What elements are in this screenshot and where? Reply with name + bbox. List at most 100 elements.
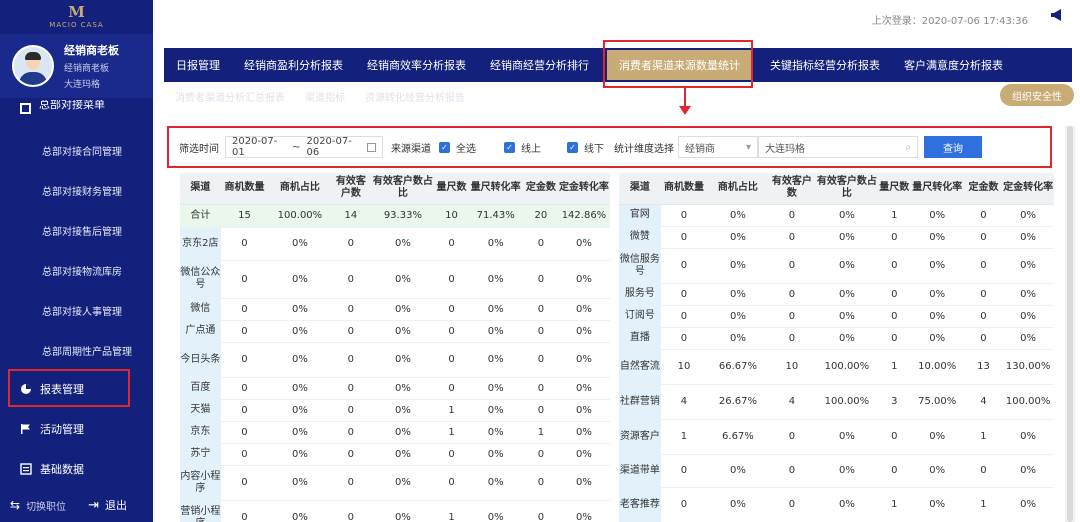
value-cell: 0% (1002, 454, 1054, 488)
sidebar-item-basic-data[interactable]: 基础数据 (20, 461, 84, 477)
sidebar-subitem-aftersales[interactable]: 总部对接售后管理 (42, 223, 122, 238)
column-header: 商机数量 (220, 173, 269, 205)
value-cell: 0 (768, 327, 815, 350)
logout-button[interactable]: ⇥ 退出 (88, 497, 127, 513)
column-header: 有效客户数占比 (815, 173, 879, 205)
column-header: 有效客户数 (331, 173, 371, 205)
scrollbar[interactable] (1065, 126, 1075, 522)
channel-cell: 广点通 (180, 320, 221, 343)
value-cell: 0 (220, 227, 269, 261)
value-cell: 0 (435, 443, 468, 466)
column-header: 商机占比 (707, 173, 769, 205)
top-bar: 上次登录：2020-07-06 17:43:36 (153, 0, 1080, 36)
value-cell: 0 (964, 454, 1003, 488)
logo-text: MACIO CASA (49, 21, 104, 29)
value-cell: 0% (370, 399, 436, 422)
checkbox-online[interactable]: ✓ (504, 141, 515, 153)
sidebar-subitem-finance[interactable]: 总部对接财务管理 (42, 183, 122, 198)
value-cell: 0% (1002, 226, 1054, 249)
sidebar-subitem-logistics[interactable]: 总部对接物流库房 (42, 263, 122, 278)
search-input[interactable]: 大连玛格 ⌕ (758, 136, 918, 158)
value-cell: 0 (435, 377, 468, 400)
sidebar-item-hq-menu[interactable]: 总部对接菜单 (20, 100, 105, 116)
value-cell: 0 (523, 260, 558, 299)
value-cell: 0 (331, 320, 371, 343)
value-cell: 142.86% (557, 204, 610, 228)
value-cell: 0 (878, 283, 910, 306)
value-cell: 15 (220, 204, 269, 228)
value-cell: 0 (435, 260, 468, 299)
checkbox-offline[interactable]: ✓ (567, 141, 578, 153)
checkbox-all[interactable]: ✓ (439, 141, 450, 153)
value-cell: 0% (909, 226, 965, 249)
dimension-select[interactable]: 经销商 ▾ (678, 136, 758, 158)
column-header: 定金数 (523, 173, 558, 205)
table-row: 微信公众号 0 0% 0 0% 0 0% 0 0% (180, 260, 610, 299)
value-cell: 0% (909, 327, 965, 350)
tab-daily[interactable]: 日报管理 (164, 48, 232, 82)
sidebar-subitem-products[interactable]: 总部周期性产品管理 (42, 343, 132, 358)
channel-cell: 官网 (619, 204, 661, 227)
value-cell: 0 (964, 305, 1003, 328)
search-icon: ⌕ (905, 141, 911, 153)
value-cell: 0% (815, 487, 879, 522)
value-cell: 0 (523, 399, 558, 422)
value-cell: 0 (220, 465, 269, 501)
subtab-summary[interactable]: 消费者渠道分析汇总报表 (175, 89, 285, 104)
filter-time-label: 筛选时间 (179, 143, 219, 155)
channel-cell: 渠道带单 (619, 454, 661, 488)
channel-cell: 微信服务号 (619, 248, 661, 284)
value-cell: 0 (768, 419, 815, 455)
value-cell: 0 (660, 204, 708, 227)
channel-cell: 社群营销 (619, 384, 661, 420)
value-cell: 0 (660, 487, 708, 522)
value-cell: 0% (707, 487, 769, 522)
value-cell: 0% (707, 283, 769, 306)
tab-satisfaction[interactable]: 客户满意度分析报表 (892, 48, 1015, 82)
announcement-icon[interactable] (1050, 8, 1064, 22)
value-cell: 100.00% (815, 349, 879, 385)
value-cell: 0% (370, 465, 436, 501)
value-cell: 0% (268, 421, 332, 444)
value-cell: 0% (707, 327, 769, 350)
value-cell: 0 (523, 443, 558, 466)
tab-efficiency[interactable]: 经销商效率分析报表 (355, 48, 478, 82)
channel-cell: 订阅号 (619, 305, 661, 328)
calendar-icon (366, 142, 376, 152)
table-row: 官网 0 0% 0 0% 1 0% 0 0% (619, 204, 1054, 227)
sidebar-item-activities[interactable]: 活动管理 (20, 421, 84, 437)
table-row: 天猫 0 0% 0 0% 1 0% 0 0% (180, 399, 610, 422)
tab-kpi[interactable]: 关键指标经营分析报表 (758, 48, 892, 82)
value-cell: 0% (557, 443, 610, 466)
value-cell: 0% (815, 454, 879, 488)
value-cell: 0% (557, 500, 610, 522)
tab-ranking[interactable]: 经销商经营分析排行 (478, 48, 601, 82)
value-cell: 1 (660, 419, 708, 455)
date-range-picker[interactable]: 2020-07-01 ~ 2020-07-06 (225, 136, 383, 158)
switch-position-button[interactable]: ⇆ 切换职位 (10, 498, 66, 513)
value-cell: 0 (331, 227, 371, 261)
value-cell: 0 (220, 377, 269, 400)
sidebar-subitem-hr[interactable]: 总部对接人事管理 (42, 303, 122, 318)
value-cell: 0 (220, 421, 269, 444)
subtab-conversion[interactable]: 资源转化经营分析报告 (365, 89, 465, 104)
table-row: 微信 0 0% 0 0% 0 0% 0 0% (180, 298, 610, 321)
value-cell: 0% (370, 260, 436, 299)
checkbox-online-label: 线上 (521, 143, 541, 155)
value-cell: 0 (964, 327, 1003, 350)
subtab-indicators[interactable]: 渠道指标 (305, 89, 345, 104)
value-cell: 0 (660, 305, 708, 328)
value-cell: 1 (878, 204, 910, 227)
value-cell: 0% (1002, 305, 1054, 328)
column-header: 量尺转化率 (467, 173, 524, 205)
column-header: 商机数量 (660, 173, 708, 205)
value-cell: 0% (557, 260, 610, 299)
org-security-button[interactable]: 组织安全性 (1000, 84, 1074, 106)
value-cell: 0% (557, 421, 610, 444)
sidebar-subitem-contract[interactable]: 总部对接合同管理 (42, 143, 122, 158)
value-cell: 0 (660, 248, 708, 284)
query-button[interactable]: 查询 (924, 136, 982, 158)
value-cell: 0% (370, 443, 436, 466)
column-header: 有效客户数 (768, 173, 815, 205)
tab-profit[interactable]: 经销商盈利分析报表 (232, 48, 355, 82)
